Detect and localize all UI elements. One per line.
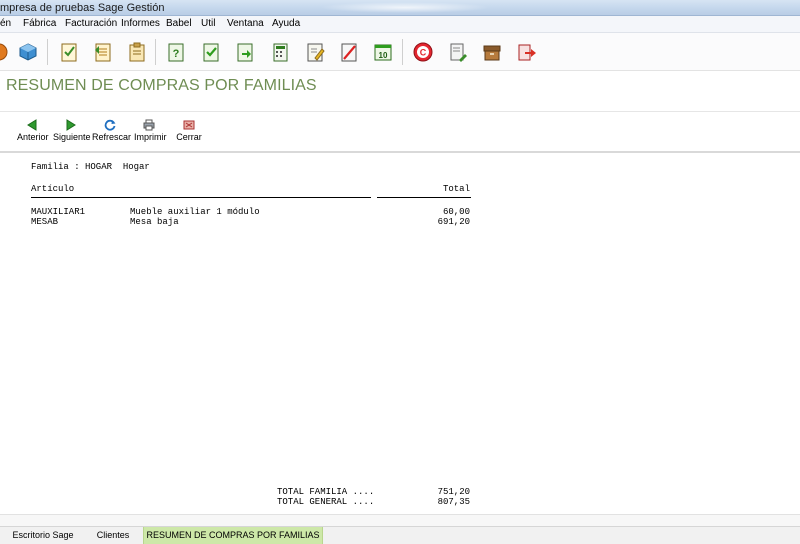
- menu-item-facturacion[interactable]: Facturación: [65, 18, 117, 29]
- column-header-total: Total: [442, 184, 470, 194]
- archive-box-icon[interactable]: [481, 41, 503, 63]
- family-line: Familia : HOGAR Hogar: [31, 162, 150, 172]
- print-button-label: Imprimir: [134, 132, 167, 142]
- close-icon: [183, 120, 195, 130]
- window-title: mpresa de pruebas Sage Gestión: [0, 2, 165, 14]
- previous-button-label: Anterior: [17, 132, 49, 142]
- menu-item-informes[interactable]: Informes: [121, 18, 160, 29]
- toolbar-separator: [402, 39, 403, 65]
- column-header-article: Artículo: [31, 184, 75, 194]
- refresh-button-label: Refrescar: [92, 132, 132, 142]
- menu-item-origen[interactable]: én: [0, 18, 11, 29]
- arrow-left-icon: [27, 119, 37, 131]
- report-toolbar: Anterior Siguiente Refrescar Imprimir Ce…: [0, 112, 800, 153]
- print-button[interactable]: Imprimir: [134, 119, 167, 151]
- cube-icon[interactable]: [17, 41, 39, 63]
- check-doc-icon[interactable]: [200, 41, 222, 63]
- page-title: RESUMEN DE COMPRAS POR FAMILIAS: [6, 77, 317, 94]
- close-button-label: Cerrar: [176, 132, 202, 142]
- printer-icon: [143, 119, 155, 131]
- toolbar-separator: [155, 39, 156, 65]
- main-toolbar: ? 10 C: [0, 33, 800, 71]
- row-description: Mueble auxiliar 1 módulo: [130, 207, 260, 217]
- refresh-button[interactable]: Refrescar: [92, 119, 132, 151]
- refresh-icon: [104, 119, 116, 131]
- next-button-label: Siguiente: [53, 132, 91, 142]
- cancel-doc-icon[interactable]: [338, 41, 360, 63]
- total-general-label: TOTAL GENERAL ....: [277, 497, 375, 507]
- document-list-icon[interactable]: [92, 41, 114, 63]
- row-code: MAUXILIAR1: [31, 207, 86, 217]
- menu-item-fabrica[interactable]: Fábrica: [23, 18, 56, 29]
- next-button[interactable]: Siguiente: [53, 119, 91, 151]
- toolbar-separator: [47, 39, 48, 65]
- svg-text:C: C: [420, 48, 427, 58]
- svg-text:?: ?: [173, 48, 180, 60]
- tab-escritorio-sage[interactable]: Escritorio Sage: [4, 527, 82, 544]
- calendar-10-icon[interactable]: 10: [372, 41, 394, 63]
- checklist-icon[interactable]: [58, 41, 80, 63]
- export-doc-icon[interactable]: [234, 41, 256, 63]
- report-doc-icon[interactable]: [447, 41, 469, 63]
- total-family-label: TOTAL FAMILIA ....: [277, 487, 375, 497]
- edit-doc-icon[interactable]: [304, 41, 326, 63]
- total-general-value: 807,35: [437, 497, 470, 507]
- close-button[interactable]: Cerrar: [175, 119, 203, 151]
- arrow-right-icon: [66, 119, 76, 131]
- exit-icon[interactable]: [516, 41, 538, 63]
- article-underline: [31, 197, 371, 198]
- total-family-value: 751,20: [437, 487, 470, 497]
- menu-item-babel[interactable]: Babel: [166, 18, 192, 29]
- horizontal-scrollbar[interactable]: [0, 514, 800, 526]
- svg-text:10: 10: [379, 51, 388, 60]
- menu-item-util[interactable]: Util: [201, 18, 215, 29]
- tab-clientes[interactable]: Clientes: [88, 527, 138, 544]
- tab-resumen-compras[interactable]: RESUMEN DE COMPRAS POR FAMILIAS: [143, 527, 323, 544]
- title-bar-glow: [320, 2, 490, 13]
- partial-icon[interactable]: [0, 41, 10, 63]
- previous-button[interactable]: Anterior: [17, 119, 49, 151]
- title-bar: mpresa de pruebas Sage Gestión: [0, 0, 800, 16]
- calculator-doc-icon[interactable]: [269, 41, 291, 63]
- row-total: 60,00: [442, 207, 470, 217]
- clipboard-icon[interactable]: [126, 41, 148, 63]
- report-viewer[interactable]: Familia : HOGAR Hogar Artículo Total MAU…: [0, 155, 800, 514]
- menu-bar: én Fábrica Facturación Informes Babel Ut…: [0, 16, 800, 33]
- row-total: 691,20: [437, 217, 470, 227]
- document-header: RESUMEN DE COMPRAS POR FAMILIAS: [0, 72, 800, 112]
- menu-item-ayuda[interactable]: Ayuda: [272, 18, 300, 29]
- question-doc-icon[interactable]: ?: [165, 41, 187, 63]
- window-tabs: Escritorio Sage Clientes RESUMEN DE COMP…: [0, 526, 800, 544]
- row-code: MESAB: [31, 217, 59, 227]
- row-description: Mesa baja: [130, 217, 179, 227]
- sage-c-icon[interactable]: C: [412, 41, 434, 63]
- total-underline: [377, 197, 471, 198]
- menu-item-ventana[interactable]: Ventana: [227, 18, 264, 29]
